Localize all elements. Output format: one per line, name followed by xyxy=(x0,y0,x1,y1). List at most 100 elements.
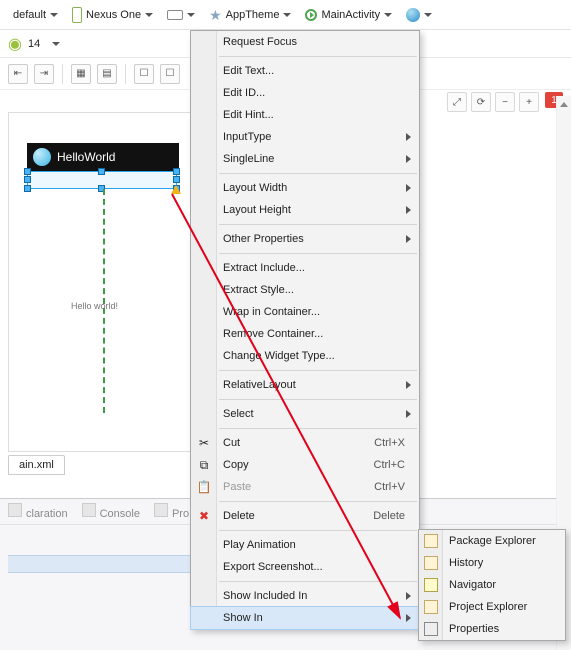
menu-show-in[interactable]: Show In xyxy=(191,607,419,629)
submenu-history[interactable]: History xyxy=(419,552,565,574)
chevron-down-icon xyxy=(145,11,153,19)
menu-separator xyxy=(219,253,417,254)
layout-tool-4[interactable]: ☐ xyxy=(160,64,180,84)
phone-icon xyxy=(72,7,82,23)
submenu-project-explorer[interactable]: Project Explorer xyxy=(419,596,565,618)
menu-extract-include[interactable]: Extract Include... xyxy=(191,257,419,279)
globe-icon xyxy=(406,8,420,22)
menu-wrap-in-container[interactable]: Wrap in Container... xyxy=(191,301,419,323)
panel-tab-console[interactable]: Console xyxy=(82,503,140,520)
menu-separator xyxy=(219,224,417,225)
history-icon xyxy=(424,556,438,570)
align-tool-1[interactable]: ⇤ xyxy=(8,64,28,84)
menu-separator xyxy=(219,173,417,174)
layout-tool-2[interactable]: ▤ xyxy=(97,64,117,84)
menu-layout-width[interactable]: Layout Width xyxy=(191,177,419,199)
menu-input-type[interactable]: InputType xyxy=(191,126,419,148)
layout-tool-1[interactable]: ▦ xyxy=(71,64,91,84)
theme-dropdown[interactable]: ★ AppTheme xyxy=(202,4,296,26)
menu-delete[interactable]: ✖ DeleteDelete xyxy=(191,505,419,527)
navigator-icon xyxy=(424,578,438,592)
resize-handle[interactable] xyxy=(24,168,31,175)
resize-handle[interactable] xyxy=(24,176,31,183)
resize-handle[interactable] xyxy=(173,168,180,175)
chevron-down-icon xyxy=(50,11,58,19)
activity-label: MainActivity xyxy=(321,9,380,21)
menu-separator xyxy=(219,399,417,400)
shortcut: Ctrl+V xyxy=(374,481,405,493)
app-icon xyxy=(33,148,51,166)
warning-icon xyxy=(171,185,181,194)
preset-dropdown[interactable]: default xyxy=(6,4,63,26)
resize-handle[interactable] xyxy=(173,176,180,183)
copy-icon: ⧉ xyxy=(196,457,212,473)
menu-paste[interactable]: 📋 PasteCtrl+V xyxy=(191,476,419,498)
layout-tool-3[interactable]: ☐ xyxy=(134,64,154,84)
menu-relative-layout[interactable]: RelativeLayout xyxy=(191,374,419,396)
menu-separator xyxy=(219,370,417,371)
device-label: Nexus One xyxy=(86,9,141,21)
menu-cut[interactable]: ✂ CutCtrl+X xyxy=(191,432,419,454)
submenu-package-explorer[interactable]: Package Explorer xyxy=(419,530,565,552)
device-preview: HelloWorld Hello world! xyxy=(27,143,179,413)
chevron-down-icon xyxy=(187,11,195,19)
app-action-bar: HelloWorld xyxy=(27,143,179,171)
submenu-arrow-icon xyxy=(406,614,411,622)
menu-copy[interactable]: ⧉ CopyCtrl+C xyxy=(191,454,419,476)
panel-tab-declaration[interactable]: claration xyxy=(8,503,68,520)
submenu-properties[interactable]: Properties xyxy=(419,618,565,640)
textview-hello[interactable]: Hello world! xyxy=(71,301,118,311)
separator xyxy=(62,64,63,84)
submenu-arrow-icon xyxy=(406,235,411,243)
chevron-down-icon[interactable] xyxy=(52,40,60,48)
shortcut: Ctrl+X xyxy=(374,437,405,449)
device-body: Hello world! xyxy=(27,171,179,413)
menu-select[interactable]: Select xyxy=(191,403,419,425)
zoom-reset-button[interactable]: ⟳ xyxy=(471,92,491,112)
menu-layout-height[interactable]: Layout Height xyxy=(191,199,419,221)
delete-icon: ✖ xyxy=(196,508,212,524)
selected-edittext-widget[interactable] xyxy=(27,171,177,189)
menu-edit-id[interactable]: Edit ID... xyxy=(191,82,419,104)
star-icon: ★ xyxy=(209,8,222,22)
menu-show-included-in[interactable]: Show Included In xyxy=(191,585,419,607)
menu-edit-hint[interactable]: Edit Hint... xyxy=(191,104,419,126)
config-toolbar: default Nexus One ★ AppTheme MainActivit… xyxy=(0,0,571,30)
show-in-submenu: Package Explorer History Navigator Proje… xyxy=(418,529,566,641)
device-dropdown[interactable]: Nexus One xyxy=(65,4,158,26)
zoom-out-button[interactable]: − xyxy=(495,92,515,112)
locale-dropdown[interactable] xyxy=(399,4,439,26)
menu-play-animation[interactable]: Play Animation xyxy=(191,534,419,556)
align-tool-2[interactable]: ⇥ xyxy=(34,64,54,84)
panel-tab-properties[interactable]: Pro xyxy=(154,503,189,520)
menu-export-screenshot[interactable]: Export Screenshot... xyxy=(191,556,419,578)
menu-other-properties[interactable]: Other Properties xyxy=(191,228,419,250)
chevron-down-icon xyxy=(283,11,291,19)
menu-request-focus[interactable]: Request Focus xyxy=(191,31,419,53)
menu-extract-style[interactable]: Extract Style... xyxy=(191,279,419,301)
editor-tab[interactable]: ain.xml xyxy=(8,455,65,475)
resize-handle[interactable] xyxy=(98,168,105,175)
menu-edit-text[interactable]: Edit Text... xyxy=(191,60,419,82)
zoom-fit-button[interactable]: ⤢ xyxy=(447,92,467,112)
chevron-down-icon xyxy=(424,11,432,19)
menu-separator xyxy=(219,428,417,429)
separator xyxy=(125,64,126,84)
cut-icon: ✂ xyxy=(196,435,212,451)
activity-icon xyxy=(305,9,317,21)
resize-handle[interactable] xyxy=(24,185,31,192)
menu-change-widget-type[interactable]: Change Widget Type... xyxy=(191,345,419,367)
orientation-dropdown[interactable] xyxy=(160,4,200,26)
zoom-in-button[interactable]: + xyxy=(519,92,539,112)
package-explorer-icon xyxy=(424,534,438,548)
scroll-up-icon xyxy=(560,102,568,107)
submenu-arrow-icon xyxy=(406,184,411,192)
activity-dropdown[interactable]: MainActivity xyxy=(298,4,397,26)
panel-icon xyxy=(8,503,22,517)
menu-single-line[interactable]: SingleLine xyxy=(191,148,419,170)
menu-remove-container[interactable]: Remove Container... xyxy=(191,323,419,345)
submenu-arrow-icon xyxy=(406,133,411,141)
properties-icon xyxy=(424,622,438,636)
submenu-navigator[interactable]: Navigator xyxy=(419,574,565,596)
preset-label: default xyxy=(13,9,46,21)
